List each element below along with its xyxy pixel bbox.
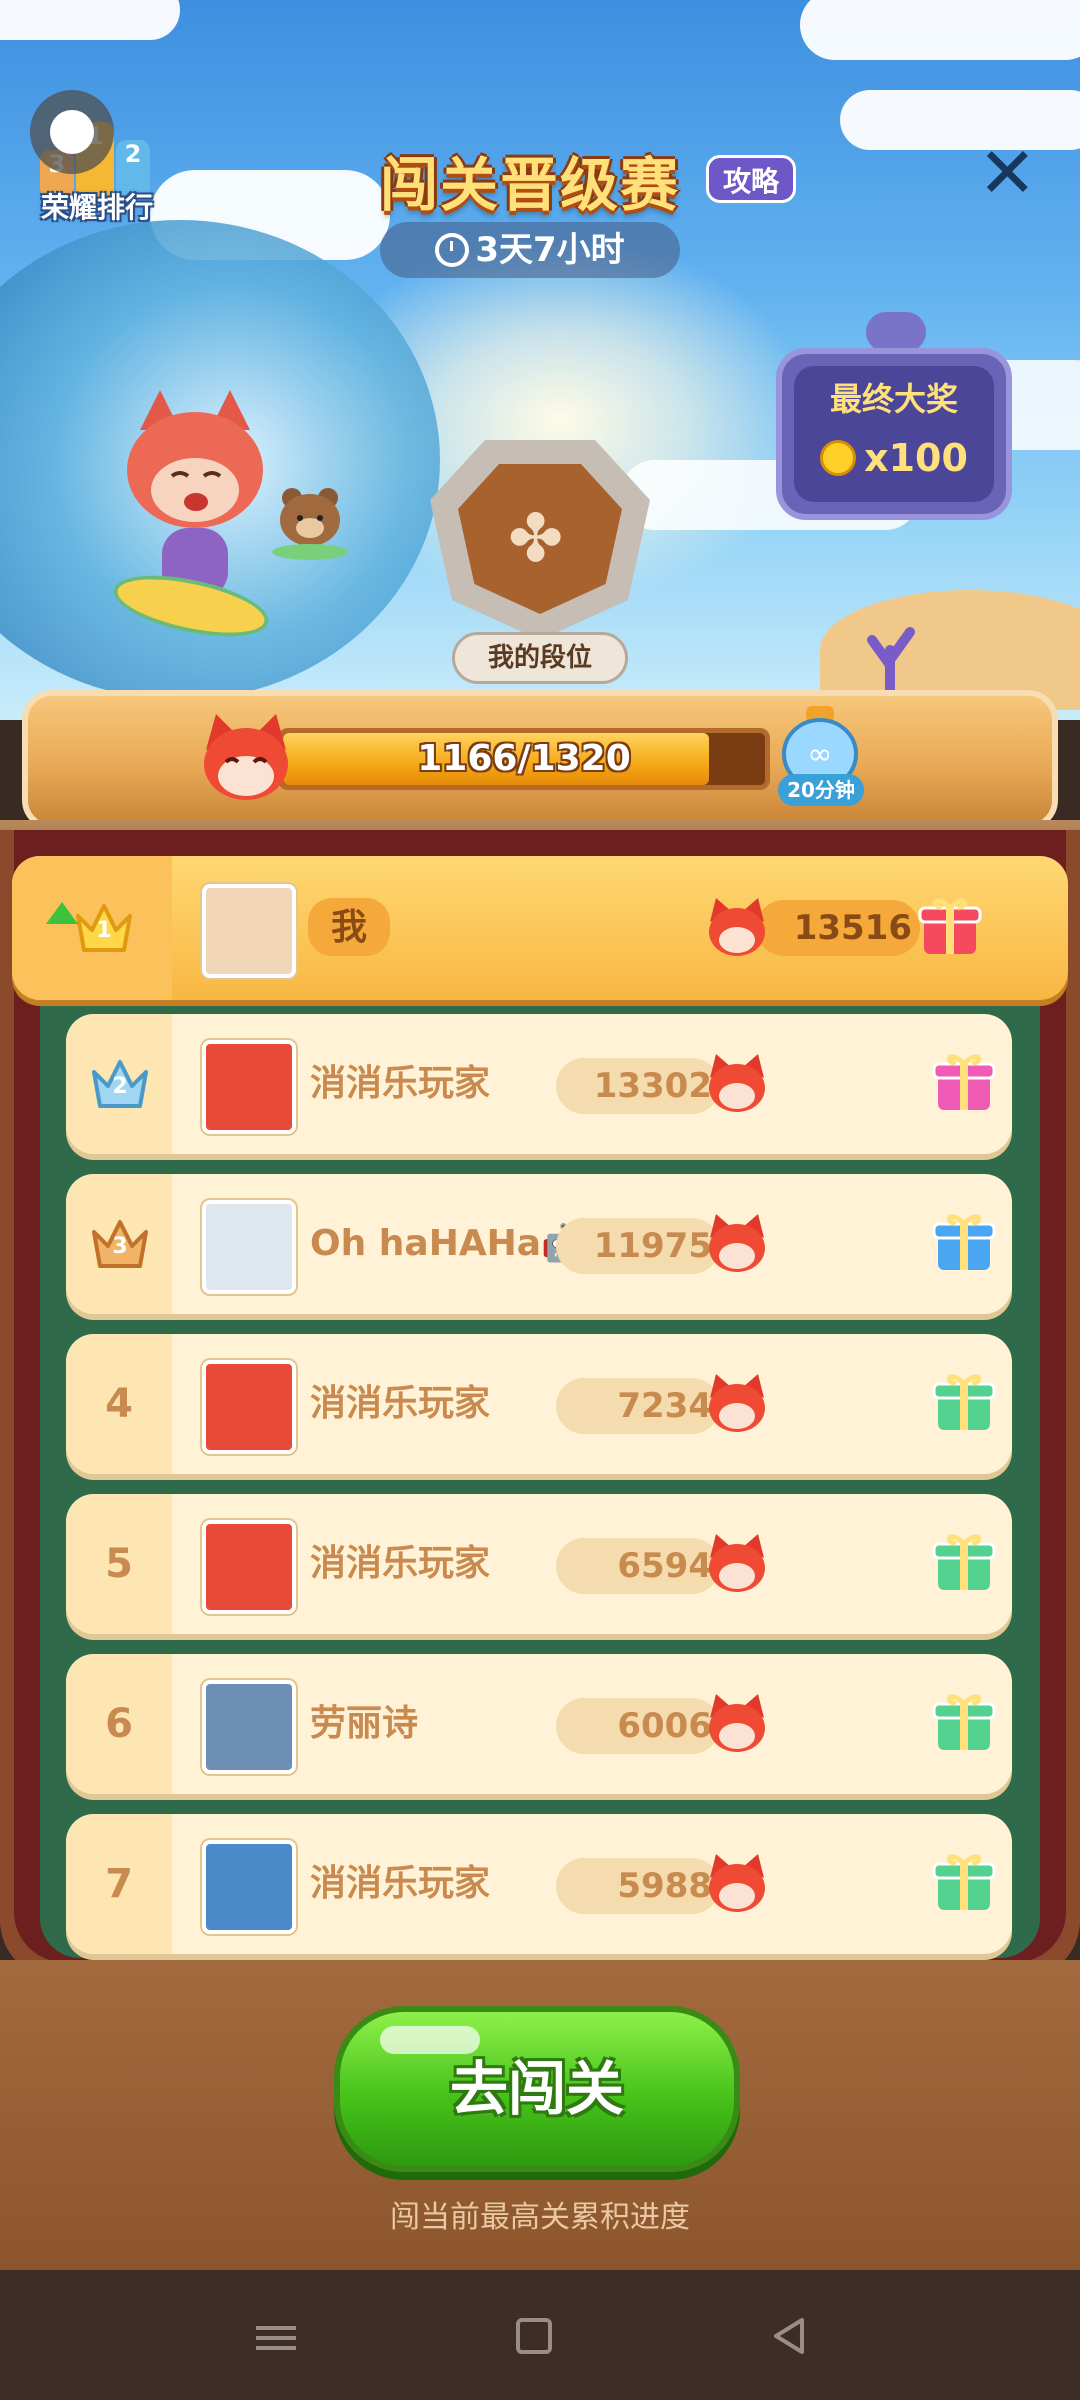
player-score: 13516	[793, 908, 912, 948]
booster-timer-label: 20分钟	[778, 774, 864, 806]
leaderboard-row[interactable]: 2 消消乐玩家 13302	[66, 1014, 1012, 1154]
fox-score-icon	[704, 1210, 770, 1276]
player-name: 消消乐玩家	[310, 1063, 491, 1104]
player-avatar[interactable]	[202, 1040, 296, 1134]
final-prize-title: 最终大奖	[829, 380, 958, 418]
leaderboard-row[interactable]: 5 消消乐玩家 6594	[66, 1494, 1012, 1634]
player-avatar[interactable]	[202, 1200, 296, 1294]
clover-icon: ✤	[508, 500, 564, 577]
menu-icon[interactable]	[256, 2320, 296, 2356]
rank-number: 5	[105, 1541, 133, 1587]
fox-score-icon	[704, 1690, 770, 1756]
fox-head-icon	[204, 714, 288, 800]
clock-icon	[435, 233, 470, 267]
rank-number: 1	[96, 918, 112, 943]
bear-character	[272, 488, 348, 560]
player-score: 11975	[593, 1226, 712, 1266]
countdown-text: 3天7小时	[475, 230, 625, 270]
fox-score-icon	[704, 1530, 770, 1596]
event-title: 闯关晋级赛	[380, 151, 681, 219]
leaderboard-row[interactable]: 7 消消乐玩家 5988	[66, 1814, 1012, 1954]
rank-number: 6	[105, 1701, 133, 1747]
gift-reward-icon[interactable]	[932, 1050, 996, 1114]
gift-reward-icon[interactable]	[932, 1530, 996, 1594]
clover-shield-icon[interactable]: ✤	[430, 440, 650, 640]
player-avatar[interactable]	[202, 1360, 296, 1454]
go-play-label: 去闯关	[449, 2055, 624, 2123]
crown-gold-icon: 1	[72, 896, 136, 960]
progress-hint: 闯当前最高关累积进度	[390, 2200, 690, 2235]
leaderboard-row[interactable]: 6 劳丽诗 6006	[66, 1654, 1012, 1794]
final-prize-amount: x100	[864, 436, 968, 480]
cloud	[800, 0, 1080, 60]
cloud	[0, 0, 180, 40]
player-score: 7234	[617, 1386, 712, 1426]
rank-number: 4	[105, 1381, 133, 1427]
coral-decoration	[867, 627, 915, 690]
player-avatar[interactable]	[202, 1680, 296, 1774]
go-play-button[interactable]: 去闯关	[334, 2006, 740, 2172]
player-score: 5988	[617, 1866, 712, 1906]
floating-assist-button[interactable]	[30, 90, 114, 174]
player-name: 消消乐玩家	[310, 1383, 491, 1424]
guide-button[interactable]: 攻略	[706, 155, 796, 203]
player-name: 我	[330, 907, 367, 948]
fox-score-icon	[704, 894, 770, 960]
fox-score-icon	[704, 1850, 770, 1916]
rank-number: 3	[112, 1234, 128, 1259]
player-score: 13302	[593, 1066, 712, 1106]
svg-text:∞: ∞	[808, 737, 833, 772]
prize-tv-knob	[866, 312, 926, 352]
gift-reward-icon[interactable]	[932, 1850, 996, 1914]
crown-bronze-icon: 3	[88, 1212, 152, 1276]
back-icon[interactable]	[770, 2316, 810, 2356]
player-name: 劳丽诗	[310, 1703, 419, 1744]
final-prize-count: x100	[782, 436, 1006, 480]
honor-ranking-label: 荣耀排行	[40, 191, 153, 224]
crown-silver-icon: 2	[88, 1052, 152, 1116]
rank-up-arrow-icon	[46, 902, 78, 924]
player-name: 消消乐玩家	[310, 1543, 491, 1584]
player-avatar[interactable]	[202, 1520, 296, 1614]
gift-reward-icon[interactable]	[932, 1690, 996, 1754]
my-rank-button[interactable]: 我的段位	[452, 632, 628, 684]
cloud	[840, 90, 1080, 150]
leaderboard-row[interactable]: 3 Oh haHAHa🤖 11975	[66, 1174, 1012, 1314]
player-score: 6006	[617, 1706, 712, 1746]
leaderboard-row[interactable]: 4 消消乐玩家 7234	[66, 1334, 1012, 1474]
player-score: 6594	[617, 1546, 712, 1586]
rank-number: 7	[105, 1861, 133, 1907]
fox-score-icon	[704, 1370, 770, 1436]
coin-icon	[820, 440, 857, 476]
rank-number: 2	[112, 1074, 128, 1099]
player-name: 消消乐玩家	[310, 1863, 491, 1904]
gift-reward-icon[interactable]	[932, 1210, 996, 1274]
player-name: Oh haHAHa🤖	[310, 1223, 586, 1264]
fox-score-icon	[704, 1050, 770, 1116]
countdown-timer: 3天7小时	[380, 222, 680, 278]
gift-reward-icon[interactable]	[932, 1370, 996, 1434]
home-icon[interactable]	[516, 2318, 552, 2354]
progress-bar: 1166/1320	[278, 728, 770, 790]
player-avatar[interactable]	[202, 884, 296, 978]
final-prize-card[interactable]: 最终大奖 x100	[776, 348, 1012, 520]
gift-reward-icon[interactable]	[918, 894, 982, 958]
close-icon[interactable]: ✕	[978, 138, 1037, 208]
progress-text: 1166/1320	[417, 738, 631, 779]
leaderboard-row-me[interactable]: 1 我 13516	[12, 856, 1068, 1000]
player-avatar[interactable]	[202, 1840, 296, 1934]
